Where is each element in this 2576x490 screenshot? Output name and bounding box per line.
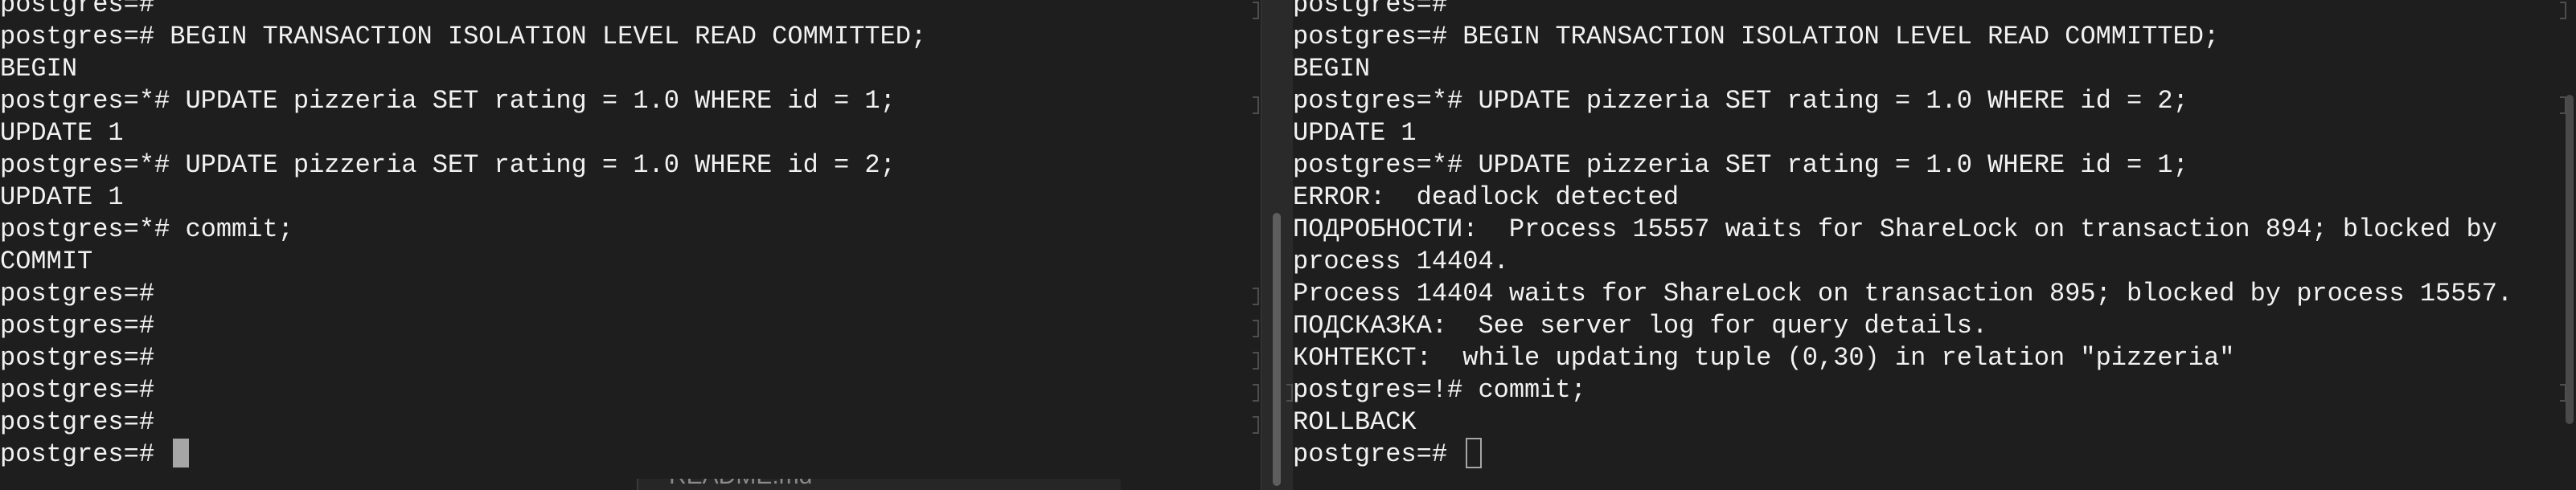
background-window-label: README.md: [669, 479, 812, 490]
mark-bracket: [1286, 384, 1293, 402]
mark-bracket: [2560, 96, 2566, 114]
terminal-pane-left[interactable]: postgres=# postgres=# BEGIN TRANSACTION …: [0, 0, 1261, 490]
terminal-prompt: postgres=#: [1293, 439, 1463, 469]
terminal-line: postgres=!# commit;: [1293, 375, 1586, 405]
terminal-line: BEGIN: [0, 54, 78, 84]
terminal-line: COMMIT: [0, 247, 93, 276]
mark-bracket: [1253, 416, 1259, 434]
terminal-prompt-line[interactable]: postgres=#: [1293, 437, 2576, 471]
terminal-line: postgres=*# UPDATE pizzeria SET rating =…: [0, 150, 896, 180]
terminal-output-right: postgres=# postgres=# BEGIN TRANSACTION …: [1293, 0, 2576, 482]
terminal-line: BEGIN: [1293, 54, 1371, 84]
mark-bracket: [1253, 320, 1259, 337]
terminal-line: ROLLBACK: [1293, 407, 1417, 437]
mark-bracket: [1253, 352, 1259, 370]
terminal-cursor: [173, 438, 190, 468]
mark-bracket: [2560, 384, 2566, 402]
terminal-line: postgres=#: [0, 0, 155, 19]
terminal-line: UPDATE 1: [0, 118, 124, 148]
terminal-line: postgres=*# UPDATE pizzeria SET rating =…: [1293, 150, 2188, 180]
terminal-line: postgres=#: [0, 343, 155, 373]
terminal-line: UPDATE 1: [1293, 118, 1417, 148]
terminal-prompt: postgres=#: [0, 439, 170, 469]
terminal-line: postgres=*# UPDATE pizzeria SET rating =…: [1293, 86, 2188, 116]
terminal-line: ПОДСКАЗКА: See server log for query deta…: [1293, 311, 1988, 341]
desktop-screen: postgres=# postgres=# BEGIN TRANSACTION …: [0, 0, 2576, 490]
terminal-line: postgres=#: [1293, 0, 1448, 19]
terminal-line: postgres=*# UPDATE pizzeria SET rating =…: [0, 86, 896, 116]
terminal-line: postgres=# BEGIN TRANSACTION ISOLATION L…: [1293, 22, 2220, 51]
terminal-line: postgres=#: [0, 311, 155, 341]
terminal-line: postgres=#: [0, 375, 155, 405]
terminal-line: ПОДРОБНОСТИ: Process 15557 waits for Sha…: [1293, 214, 2497, 244]
mark-bracket: [1253, 384, 1259, 402]
terminal-line: postgres=#: [0, 279, 155, 308]
terminal-line: КОНТЕКСТ: while updating tuple (0,30) in…: [1293, 343, 2235, 373]
mark-bracket: [1253, 2, 1259, 19]
mark-bracket: [1253, 96, 1259, 114]
terminal-line: postgres=# BEGIN TRANSACTION ISOLATION L…: [0, 22, 927, 51]
terminal-line: process 14404.: [1293, 247, 1509, 276]
scrollbar-thumb-left[interactable]: [1273, 213, 1281, 486]
terminal-output-left: postgres=# postgres=# BEGIN TRANSACTION …: [0, 0, 1261, 482]
terminal-prompt-line[interactable]: postgres=#: [0, 438, 1261, 471]
terminal-error-line: ERROR: deadlock detected: [1293, 182, 1680, 212]
background-window[interactable]: README.md: [637, 479, 1121, 490]
terminal-line: postgres=*# commit;: [0, 214, 293, 244]
mark-bracket: [2560, 2, 2566, 19]
scrollbar-thumb-right[interactable]: [2566, 95, 2574, 424]
terminal-line: UPDATE 1: [0, 182, 124, 212]
mark-bracket: [1253, 288, 1259, 305]
terminal-cursor: [1466, 437, 1483, 468]
terminal-line: postgres=#: [0, 407, 155, 437]
terminal-pane-right[interactable]: postgres=# postgres=# BEGIN TRANSACTION …: [1293, 0, 2576, 490]
terminal-line: Process 14404 waits for ShareLock on tra…: [1293, 279, 2513, 308]
